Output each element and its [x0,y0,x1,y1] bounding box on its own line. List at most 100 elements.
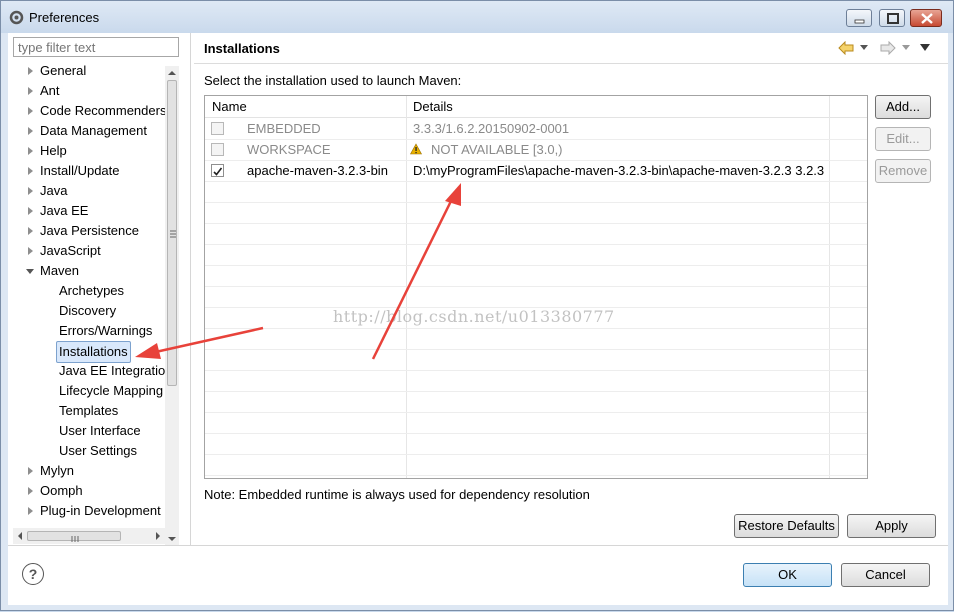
title-bar[interactable]: Preferences [1,1,953,33]
installation-checkbox[interactable] [211,143,224,156]
collapsed-arrow-icon[interactable] [28,467,33,475]
table-row-divider [205,328,867,329]
tree-item-label: Mylyn [40,463,74,478]
table-row-divider [205,223,867,224]
tree-item-label: Help [40,143,67,158]
back-arrow-icon[interactable] [838,41,854,55]
tree-item-label: Lifecycle Mapping [59,383,164,398]
preference-tree: General Ant Code Recommenders Data Manageme… [13,61,180,546]
tree-item-label: User Interface [59,423,141,438]
collapsed-arrow-icon[interactable] [28,167,33,175]
pane-splitter[interactable] [190,33,191,545]
collapsed-arrow-icon[interactable] [28,227,33,235]
table-row-divider [205,454,867,455]
restore-defaults-button[interactable]: Restore Defaults [734,514,839,538]
close-icon [921,13,933,24]
collapsed-arrow-icon[interactable] [28,487,33,495]
tree-item-label: Java [40,183,68,198]
table-row-divider [205,181,867,182]
tree-item-label: Code Recommenders [40,103,167,118]
tree-item-label: Java EE Integration [59,363,173,378]
scroll-left-icon[interactable] [13,528,27,544]
expanded-arrow-icon[interactable] [26,269,34,274]
maximize-icon [887,13,899,24]
grip-icon [170,230,176,238]
ok-button[interactable]: OK [743,563,832,587]
table-row-divider [205,286,867,287]
tree-vertical-scrollbar[interactable] [165,66,179,546]
preferences-app-icon [9,10,24,25]
cancel-button[interactable]: Cancel [841,563,930,587]
minimize-button[interactable] [846,9,872,27]
tree-item-label: Java Persistence [40,223,139,238]
add-button[interactable]: Add... [875,95,931,119]
grip-icon [71,536,79,542]
tree-item-label: Install/Update [40,163,120,178]
scroll-up-icon[interactable] [165,66,179,80]
tree-item-label: Java EE [40,203,89,218]
table-row-divider [205,370,867,371]
table-row-divider [205,202,867,203]
forward-arrow-icon[interactable] [880,41,896,55]
checkmark-icon [213,167,223,176]
table-row-divider [205,412,867,413]
installation-name: apache-maven-3.2.3-bin [247,163,388,178]
apply-button[interactable]: Apply [847,514,936,538]
edit-button[interactable]: Edit... [875,127,931,151]
table-row-divider [205,244,867,245]
tree-item-label: User Settings [59,443,138,458]
installation-checkbox[interactable] [211,122,224,135]
table-row[interactable]: EMBEDDED 3.3.3/1.6.2.20150902-0001 [205,118,867,139]
table-row[interactable]: WORKSPACE NOT AVAILABLE [3.0,) [205,139,867,160]
collapsed-arrow-icon[interactable] [28,147,33,155]
embedded-runtime-note: Note: Embedded runtime is always used fo… [204,487,590,502]
tree-item-label: Data Management [40,123,147,138]
installation-details: D:\myProgramFiles\apache-maven-3.2.3-bin… [413,163,825,178]
collapsed-arrow-icon[interactable] [28,127,33,135]
minimize-icon [854,19,865,24]
installation-name: WORKSPACE [247,142,331,157]
table-row-divider [205,349,867,350]
tree-item-label: Installations [56,341,131,363]
tree-item-label: Plug-in Development [40,503,161,518]
tree-vertical-scroll-thumb[interactable] [167,80,177,386]
collapsed-arrow-icon[interactable] [28,67,33,75]
table-row-divider [205,265,867,266]
installation-checkbox[interactable] [211,164,224,177]
close-button[interactable] [910,9,942,27]
maximize-button[interactable] [879,9,905,27]
tree-horizontal-scroll-thumb[interactable] [27,531,121,542]
tree-item-label: Oomph [40,483,83,498]
tree-item-label: JavaScript [40,243,101,258]
footer-separator [8,545,948,546]
back-history-dropdown-icon[interactable] [860,45,869,51]
installation-details: NOT AVAILABLE [3.0,) [431,142,563,157]
filter-input[interactable] [13,37,179,57]
collapsed-arrow-icon[interactable] [28,87,33,95]
column-separator [867,96,868,479]
help-icon[interactable]: ? [22,563,44,585]
table-row-divider [205,433,867,434]
tree-item-label: Discovery [59,303,117,318]
tree-horizontal-scrollbar[interactable] [13,528,165,544]
forward-history-dropdown-icon[interactable] [902,45,911,51]
collapsed-arrow-icon[interactable] [28,187,33,195]
table-row[interactable]: apache-maven-3.2.3-bin D:\myProgramFiles\… [205,160,867,181]
installations-table[interactable]: Name Details EMBEDDED 3.3.3/1.6.2.2015090… [204,95,868,479]
view-menu-icon[interactable] [920,44,931,52]
scroll-down-icon[interactable] [165,532,179,546]
scroll-right-icon[interactable] [151,528,165,544]
header-separator [194,63,948,64]
collapsed-arrow-icon[interactable] [28,207,33,215]
table-row-divider [205,475,867,476]
collapsed-arrow-icon[interactable] [28,107,33,115]
page-description: Select the installation used to launch M… [204,73,462,88]
collapsed-arrow-icon[interactable] [28,507,33,515]
remove-button[interactable]: Remove [875,159,931,183]
installation-details: 3.3.3/1.6.2.20150902-0001 [413,121,570,136]
column-header-name[interactable]: Name [212,99,247,114]
collapsed-arrow-icon[interactable] [28,247,33,255]
dialog-client-area: General Ant Code Recommenders Data Manageme… [8,33,948,605]
tree-item-label: Ant [40,83,60,98]
column-header-details[interactable]: Details [413,99,453,114]
